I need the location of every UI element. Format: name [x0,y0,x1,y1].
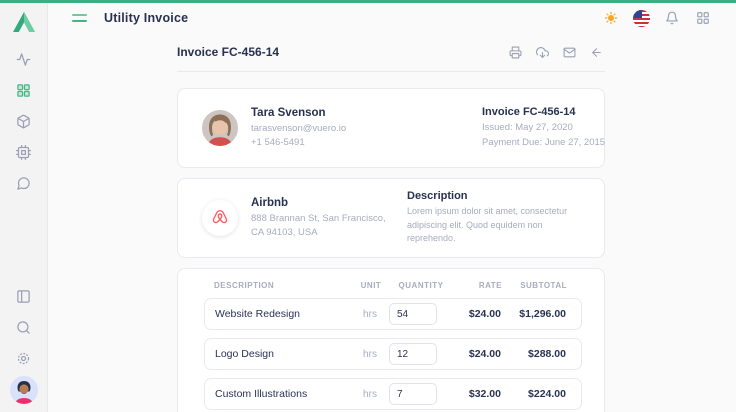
description-heading: Description [407,190,584,202]
col-header-quantity: QUANTITY [390,281,452,290]
item-description: Custom Illustrations [215,388,351,400]
sidebar-item-search[interactable] [8,312,40,343]
customer-card: Tara Svenson tarasvenson@vuero.io +1 546… [177,88,605,168]
line-items-panel: DESCRIPTION UNIT QUANTITY RATE SUBTOTAL … [177,268,605,412]
item-rate: $24.00 [451,348,501,360]
invoice-subheader: Invoice FC-456-14 [177,33,605,72]
cpu-icon [16,145,31,160]
item-subtotal: $1,296.00 [501,308,566,320]
invoice-meta-number: Invoice FC-456-14 [482,106,600,118]
print-button[interactable] [508,45,522,59]
item-rate: $32.00 [451,388,501,400]
dashboard-grid-icon [16,83,31,98]
quantity-input[interactable] [389,303,437,325]
panel-layout-icon [16,289,31,304]
invoice-number-title: Invoice FC-456-14 [177,45,279,59]
customer-email: tarasvenson@vuero.io [251,122,346,136]
table-row: Website Redesign hrs $24.00 $1,296.00 [204,298,582,330]
col-header-unit: UNIT [352,281,390,290]
user-avatar[interactable] [10,376,38,404]
invoice-page: Invoice FC-456-14 [177,33,605,412]
item-unit: hrs [351,389,389,400]
item-subtotal: $224.00 [501,388,566,400]
menu-toggle-icon[interactable] [72,14,87,22]
sidebar-item-panels[interactable] [8,281,40,312]
mail-icon [563,46,576,59]
theme-toggle[interactable] [602,9,620,27]
table-header: DESCRIPTION UNIT QUANTITY RATE SUBTOTAL [178,281,604,290]
description-text: Lorem ipsum dolor sit amet, consectetur … [407,205,584,246]
send-mail-button[interactable] [562,45,576,59]
customer-phone: +1 546-5491 [251,136,346,150]
sidebar-bottom-group [8,281,40,412]
sidebar [0,0,48,412]
table-row: Logo Design hrs $24.00 $288.00 [204,338,582,370]
invoice-due-date: Payment Due: June 27, 2015 [482,136,600,150]
col-header-description: DESCRIPTION [214,281,352,290]
sidebar-item-packages[interactable] [8,106,40,137]
company-info: Airbnb 888 Brannan St, San Francisco, CA… [251,197,386,240]
col-header-subtotal: SUBTOTAL [502,281,567,290]
cloud-download-icon [536,46,549,59]
customer-avatar [202,110,238,146]
company-name: Airbnb [251,197,386,209]
gear-icon [16,351,31,366]
apps-menu-button[interactable] [694,9,712,27]
page-title: Utility Invoice [104,11,188,25]
notifications-button[interactable] [663,9,681,27]
quantity-input[interactable] [389,343,437,365]
us-flag-icon[interactable] [633,10,650,27]
item-subtotal: $288.00 [501,348,566,360]
col-header-rate: RATE [452,281,502,290]
item-description: Logo Design [215,348,351,360]
customer-avatar-photo [202,110,238,146]
sidebar-item-messages[interactable] [8,168,40,199]
invoice-issued-date: Issued: May 27, 2020 [482,121,600,135]
user-avatar-illustration [10,376,38,404]
customer-name: Tara Svenson [251,107,346,119]
item-rate: $24.00 [451,308,501,320]
invoice-meta: Invoice FC-456-14 Issued: May 27, 2020 P… [482,106,604,150]
sidebar-item-components[interactable] [8,137,40,168]
item-unit: hrs [351,349,389,360]
company-card: Airbnb 888 Brannan St, San Francisco, CA… [177,178,605,258]
accent-top-bar [0,0,736,3]
printer-icon [509,46,522,59]
package-icon [16,114,31,129]
go-back-button[interactable] [589,45,603,59]
header-actions [602,9,712,27]
customer-info: Tara Svenson tarasvenson@vuero.io +1 546… [251,107,346,150]
item-unit: hrs [351,309,389,320]
sidebar-item-activity[interactable] [8,44,40,75]
top-header: Utility Invoice [48,3,736,33]
airbnb-logo-icon [210,208,230,228]
chat-icon [16,176,31,191]
activity-icon [16,52,31,67]
company-address-line2: CA 94103, USA [251,226,386,240]
sidebar-item-dashboard[interactable] [8,75,40,106]
search-icon [16,320,31,335]
apps-grid-icon [696,11,710,25]
bell-icon [665,11,679,25]
company-logo-badge [202,200,238,236]
quantity-input[interactable] [389,383,437,405]
triangle-logo-icon [11,9,37,35]
download-button[interactable] [535,45,549,59]
app-logo[interactable] [11,10,37,34]
item-description: Website Redesign [215,308,351,320]
company-address-line1: 888 Brannan St, San Francisco, [251,212,386,226]
table-row: Custom Illustrations hrs $32.00 $224.00 [204,378,582,410]
sun-icon [604,11,618,25]
invoice-actions [508,45,605,59]
sidebar-item-settings[interactable] [8,343,40,374]
description-block: Description Lorem ipsum dolor sit amet, … [407,190,604,246]
back-arrow-icon [590,46,603,59]
